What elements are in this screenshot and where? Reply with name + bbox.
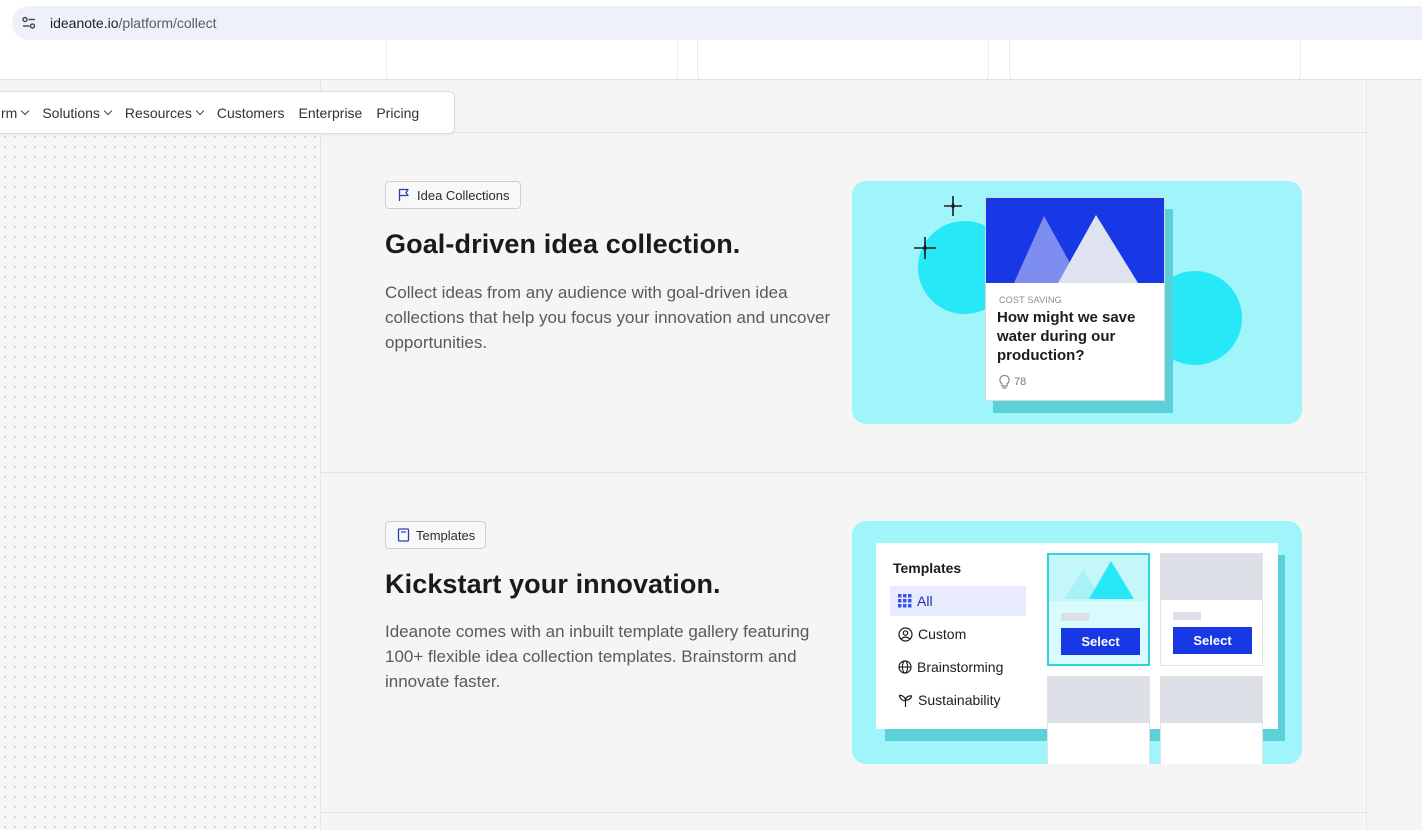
templates-panel: Templates All Custom Brainstorming Susta… <box>876 543 1278 764</box>
select-button[interactable]: Select <box>1173 627 1252 654</box>
main-nav: rm Solutions Resources Customers Enterpr… <box>0 91 455 134</box>
vote-count: 78 <box>1014 376 1027 388</box>
faded-card <box>386 40 678 79</box>
section-divider <box>321 472 1367 473</box>
category-sustainability[interactable]: Sustainability <box>890 685 1026 715</box>
template-text-placeholder <box>1173 612 1201 620</box>
section-divider <box>321 812 1367 813</box>
document-icon <box>397 528 410 542</box>
page-header <box>0 40 1422 80</box>
category-brainstorming[interactable]: Brainstorming <box>890 652 1026 682</box>
nav-item-resources[interactable]: Resources <box>124 104 205 121</box>
faded-card <box>1009 40 1301 79</box>
select-button[interactable]: Select <box>1061 628 1140 655</box>
flag-icon <box>398 188 409 201</box>
nav-label: Pricing <box>376 104 420 121</box>
template-thumbnail <box>1048 677 1149 723</box>
category-all[interactable]: All <box>890 586 1026 616</box>
tag-label: Idea Collections <box>417 187 510 203</box>
template-thumbnail <box>1161 554 1262 600</box>
template-card[interactable] <box>1160 676 1263 764</box>
url-path: /platform/collect <box>118 15 217 31</box>
template-text-placeholder <box>1061 613 1089 621</box>
right-gutter <box>1368 80 1422 830</box>
category-label: All <box>917 593 933 609</box>
lightbulb-icon <box>999 374 1010 389</box>
sparkle-icon <box>944 196 962 216</box>
template-card[interactable] <box>1047 676 1150 764</box>
idea-votes: 78 <box>998 374 1026 390</box>
mountains-image <box>1065 561 1134 599</box>
idea-collections-tag: Idea Collections <box>385 181 521 209</box>
idea-category: COST SAVING <box>999 295 1062 305</box>
grid-icon <box>898 594 912 608</box>
template-card[interactable]: Select <box>1160 553 1263 666</box>
nav-label: Customers <box>216 104 285 121</box>
nav-item-platform[interactable]: rm <box>1 104 30 121</box>
category-custom[interactable]: Custom <box>890 619 1026 649</box>
section-heading: Kickstart your innovation. <box>385 569 721 599</box>
template-thumbnail <box>1049 555 1148 601</box>
plant-icon <box>898 694 913 707</box>
section-heading: Goal-driven idea collection. <box>385 229 741 259</box>
templates-tag: Templates <box>385 521 487 549</box>
chevron-down-icon <box>21 106 30 115</box>
idea-question: How might we save water during our produ… <box>997 309 1136 364</box>
url-text: ideanote.io/platform/collect <box>50 15 217 31</box>
section-divider <box>321 132 1367 133</box>
nav-label: Enterprise <box>298 104 363 121</box>
section-description: Collect ideas from any audience with goa… <box>385 283 831 352</box>
templates-illustration: Templates All Custom Brainstorming Susta… <box>852 521 1302 764</box>
mountains-image <box>1014 215 1138 283</box>
section-description: Ideanote comes with an inbuilt template … <box>385 622 810 691</box>
nav-label: Solutions <box>42 104 100 121</box>
chevron-down-icon <box>103 106 113 115</box>
idea-card: COST SAVING How might we save water duri… <box>985 197 1165 401</box>
card-image <box>986 198 1164 283</box>
panel-title: Templates <box>893 560 962 576</box>
category-label: Custom <box>918 626 967 642</box>
nav-label: Resources <box>124 104 192 121</box>
nav-label: rm <box>1 104 18 121</box>
template-card[interactable]: Select <box>1047 553 1150 666</box>
sparkle-icon <box>914 237 936 259</box>
idea-collection-illustration: COST SAVING How might we save water duri… <box>852 181 1302 424</box>
site-settings-icon[interactable] <box>21 15 37 31</box>
nav-item-customers[interactable]: Customers <box>217 105 285 121</box>
globe-icon <box>898 660 912 674</box>
address-bar[interactable]: ideanote.io/platform/collect <box>12 6 1422 40</box>
nav-item-pricing[interactable]: Pricing <box>376 105 419 121</box>
nav-item-solutions[interactable]: Solutions <box>42 104 113 121</box>
faded-card <box>697 40 989 79</box>
template-thumbnail <box>1161 677 1262 723</box>
dotted-background <box>0 132 320 830</box>
chevron-down-icon <box>195 106 205 115</box>
user-circle-icon <box>898 626 913 642</box>
tag-label: Templates <box>416 527 476 543</box>
url-host: ideanote.io <box>50 15 119 31</box>
category-label: Sustainability <box>918 692 1001 708</box>
nav-item-enterprise[interactable]: Enterprise <box>299 105 363 121</box>
category-label: Brainstorming <box>917 659 1004 675</box>
